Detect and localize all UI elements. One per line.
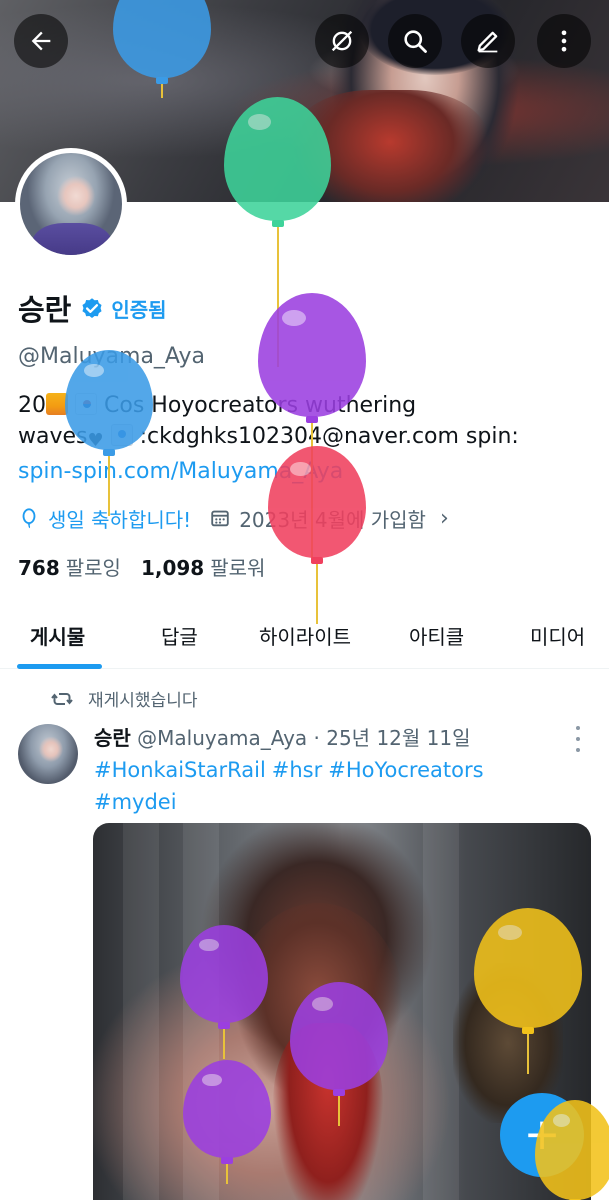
balloon-red	[268, 446, 366, 628]
balloon-purple	[290, 982, 388, 1130]
balloon-body	[474, 908, 582, 1028]
balloon-body	[183, 1060, 271, 1158]
balloon-shine	[202, 1073, 222, 1087]
balloon-body	[65, 350, 153, 450]
repost-icon	[51, 692, 73, 705]
balloon-body	[224, 97, 331, 221]
no-sync-icon	[331, 30, 353, 52]
balloon-body	[535, 1100, 609, 1200]
hashtag-link[interactable]: #HoYocreators	[328, 758, 483, 782]
balloon-string	[226, 1164, 228, 1184]
balloon-yellow	[535, 1100, 609, 1200]
balloon-yellow	[474, 908, 582, 1078]
chevron-right-icon: ›	[439, 505, 449, 531]
balloon-shine	[199, 938, 219, 952]
verified-label[interactable]: 인증됨	[111, 294, 166, 323]
balloon-knot	[306, 416, 318, 423]
balloon-knot	[218, 1022, 230, 1029]
balloon-purple	[180, 925, 268, 1063]
balloon-string	[316, 564, 318, 624]
post-author-meta: @Maluyama_Aya · 25년 12월 11일	[137, 726, 471, 750]
balloon-shine	[311, 997, 334, 1012]
balloon-string	[527, 1034, 529, 1074]
bg-window	[123, 823, 159, 1200]
search-icon	[404, 30, 427, 53]
followers-count: 1,098	[140, 556, 205, 580]
balloon-shine	[497, 924, 522, 941]
hashtag-link[interactable]: #mydei	[94, 790, 177, 814]
balloon-string	[223, 1029, 225, 1059]
balloon-string	[108, 456, 110, 516]
balloon-knot	[221, 1157, 233, 1164]
verified-badge-icon[interactable]	[79, 295, 105, 321]
following-link[interactable]: 768 팔로잉	[18, 552, 121, 581]
profile-avatar[interactable]	[15, 148, 127, 260]
post-author-name[interactable]: 승란	[94, 726, 131, 750]
display-name: 승란	[18, 293, 72, 327]
more-button[interactable]	[537, 14, 591, 68]
avatar-robe	[32, 223, 112, 255]
post-more-icon[interactable]	[570, 726, 586, 752]
mute-sync-button[interactable]	[315, 14, 369, 68]
balloon-shine	[247, 114, 272, 131]
balloon-knot	[333, 1089, 345, 1096]
balloon-icon	[22, 508, 36, 529]
arrow-left-icon	[31, 31, 51, 51]
following-label: 팔로잉	[65, 556, 121, 580]
balloon-knot	[156, 77, 168, 84]
hashtag-link[interactable]: #hsr	[272, 758, 322, 782]
bio-text: 20	[18, 393, 46, 418]
balloon-blue	[65, 350, 153, 520]
following-count: 768	[18, 556, 60, 580]
balloon-body	[290, 982, 388, 1090]
balloon-shine	[552, 1114, 571, 1127]
balloon-shine	[281, 310, 306, 327]
calendar-icon	[211, 510, 229, 527]
balloon-string	[161, 84, 163, 98]
balloon-string	[338, 1096, 340, 1126]
post-author-avatar[interactable]	[18, 724, 78, 784]
follow-stats: 768 팔로잉 1,098 팔로워	[18, 552, 265, 581]
post-header: 승란 @Maluyama_Aya · 25년 12월 11일	[94, 722, 471, 751]
hashtag-link[interactable]: #HonkaiStarRail	[94, 758, 266, 782]
more-vertical-icon	[561, 30, 567, 52]
tab-articles[interactable]: 아티클	[409, 621, 464, 650]
tab-posts[interactable]: 게시물	[30, 621, 85, 650]
balloon-knot	[271, 220, 284, 227]
tab-media[interactable]: 미디어	[530, 621, 585, 650]
post-hashtags: #HonkaiStarRail #hsr #HoYocreators #mydei	[94, 754, 594, 818]
tab-replies[interactable]: 답글	[161, 621, 198, 650]
name-row: 승란 인증됨	[18, 288, 167, 328]
balloon-body	[258, 293, 366, 417]
active-tab-indicator	[17, 664, 102, 669]
balloon-knot	[103, 449, 115, 456]
balloon-purple	[183, 1060, 271, 1188]
balloon-knot	[311, 557, 323, 564]
repost-indicator: 재게시했습니다	[50, 686, 197, 711]
edit-button[interactable]	[461, 14, 515, 68]
repost-label: 재게시했습니다	[88, 691, 198, 711]
balloon-body	[113, 0, 211, 78]
balloon-knot	[522, 1027, 534, 1034]
search-button[interactable]	[388, 14, 442, 68]
followers-link[interactable]: 1,098 팔로워	[141, 552, 265, 581]
balloon-body	[180, 925, 268, 1023]
balloon-shine	[289, 461, 312, 477]
balloon-shine	[84, 364, 104, 377]
balloon-body	[268, 446, 366, 558]
back-button[interactable]	[14, 14, 68, 68]
balloon-blue	[113, 0, 211, 102]
edit-pencil-icon	[477, 31, 498, 53]
